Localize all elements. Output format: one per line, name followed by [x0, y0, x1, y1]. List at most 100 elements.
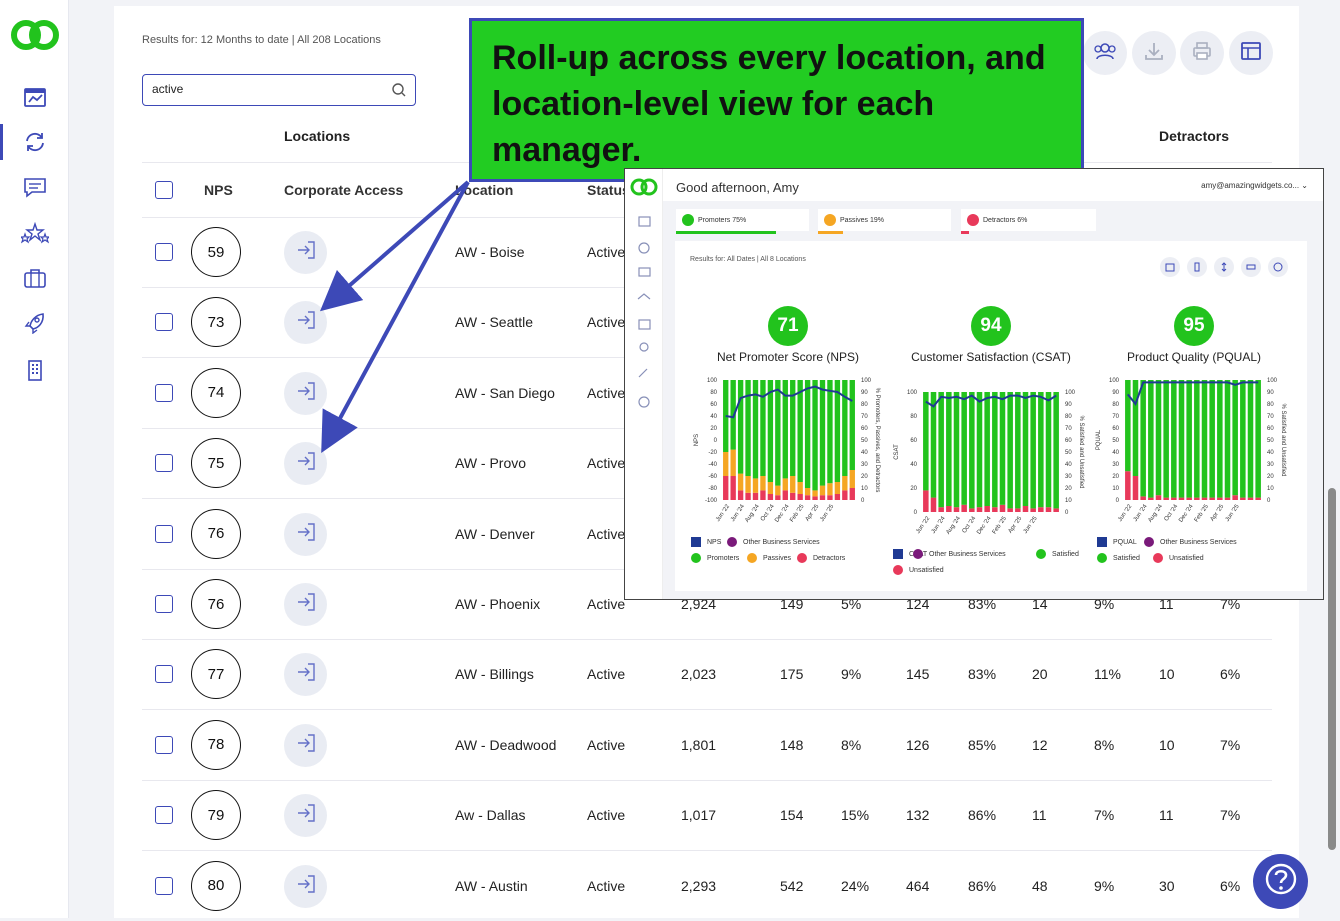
bar-unsatisfied — [1232, 495, 1238, 500]
bar-promoters — [834, 380, 841, 482]
bar-passives — [752, 478, 759, 493]
bar-promoters — [849, 380, 855, 470]
x-tick-label: Jun '22 — [715, 503, 731, 523]
left-tick-label: 100 — [707, 378, 718, 384]
bar-detractors — [842, 490, 848, 500]
right-tick-label: 50 — [861, 438, 868, 444]
right-tick-label: 70 — [861, 414, 868, 420]
bar-passives — [797, 482, 803, 494]
left-tick-label: -20 — [708, 450, 717, 456]
bar-detractors — [760, 490, 766, 500]
bar-satisfied — [1132, 380, 1139, 476]
bar-satisfied — [984, 392, 990, 506]
bar-detractors — [745, 492, 751, 500]
left-tick-label: 90 — [1112, 390, 1119, 396]
left-tick-label: 80 — [710, 390, 717, 396]
bar-satisfied — [1186, 380, 1192, 498]
bar-detractors — [812, 496, 818, 500]
bar-promoters — [775, 380, 781, 486]
bar-unsatisfied — [930, 497, 937, 512]
bar-detractors — [849, 488, 855, 500]
bar-satisfied — [1201, 380, 1208, 498]
left-tick-label: 40 — [910, 462, 917, 468]
right-tick-label: 10 — [1065, 498, 1072, 504]
right-tick-label: 90 — [1065, 402, 1072, 408]
help-button[interactable] — [1253, 854, 1308, 909]
left-tick-label: 0 — [914, 510, 918, 516]
bar-detractors — [775, 495, 781, 500]
bar-unsatisfied — [1125, 471, 1131, 500]
bar-satisfied — [1247, 380, 1254, 498]
right-tick-label: 90 — [861, 390, 868, 396]
x-tick-label: Aug '24 — [1147, 503, 1164, 524]
left-tick-label: -40 — [708, 462, 717, 468]
y-axis-title: CSAT — [894, 444, 900, 460]
bar-passives — [834, 482, 841, 494]
bar-unsatisfied — [1171, 497, 1177, 500]
bar-unsatisfied — [1217, 497, 1223, 500]
bar-unsatisfied — [999, 504, 1006, 512]
bar-satisfied — [938, 392, 944, 508]
y2-axis-title: % Promoters, Passives, and Detractors — [874, 388, 880, 493]
bar-satisfied — [1030, 392, 1036, 509]
bar-unsatisfied — [1240, 497, 1246, 500]
scrollbar[interactable] — [1328, 488, 1336, 850]
left-tick-label: -100 — [705, 498, 718, 504]
question-icon — [1264, 862, 1298, 901]
bar-satisfied — [1232, 380, 1238, 496]
left-tick-label: -60 — [708, 474, 717, 480]
bar-passives — [730, 449, 736, 476]
right-tick-label: 30 — [1065, 474, 1072, 480]
left-tick-label: 30 — [1112, 462, 1119, 468]
y2-axis-title: % Satisfied and Unsatisfied — [1280, 403, 1286, 476]
bar-unsatisfied — [1015, 508, 1021, 512]
bar-detractors — [752, 492, 759, 500]
right-tick-label: 20 — [1267, 474, 1274, 480]
series-line-csat — [925, 394, 1057, 408]
right-tick-label: 40 — [1267, 450, 1274, 456]
right-tick-label: 80 — [1065, 414, 1072, 420]
bar-satisfied — [1217, 380, 1223, 498]
x-tick-label: Aug '24 — [744, 503, 761, 524]
bar-satisfied — [1209, 380, 1215, 498]
bar-passives — [737, 473, 744, 491]
bar-detractors — [834, 494, 841, 500]
bar-unsatisfied — [1247, 497, 1254, 500]
bar-detractors — [827, 495, 833, 500]
bar-passives — [804, 488, 811, 496]
right-tick-label: 80 — [1267, 402, 1274, 408]
x-tick-label: Feb '25 — [1194, 503, 1211, 523]
left-tick-label: 60 — [910, 438, 917, 444]
right-tick-label: 70 — [1065, 426, 1072, 432]
bar-satisfied — [1045, 392, 1052, 508]
bar-unsatisfied — [1255, 497, 1261, 500]
x-tick-label: Feb '25 — [992, 515, 1009, 535]
bar-satisfied — [1148, 380, 1154, 498]
bar-detractors — [804, 495, 811, 500]
x-tick-label: Oct '24 — [1164, 503, 1180, 522]
bar-unsatisfied — [1038, 507, 1044, 512]
left-tick-label: 40 — [710, 414, 717, 420]
x-tick-label: Jun '22 — [915, 515, 931, 535]
bar-satisfied — [969, 392, 975, 509]
bar-unsatisfied — [984, 506, 990, 512]
bar-unsatisfied — [923, 490, 929, 512]
bar-satisfied — [923, 392, 929, 491]
bar-passives — [812, 490, 818, 497]
bar-unsatisfied — [1140, 496, 1146, 500]
bar-unsatisfied — [938, 507, 944, 512]
bar-passives — [723, 452, 729, 476]
left-tick-label: -80 — [708, 486, 717, 492]
bar-satisfied — [1255, 380, 1261, 498]
bar-satisfied — [1038, 392, 1044, 508]
left-tick-label: 80 — [910, 414, 917, 420]
x-tick-label: Jun '25 — [1225, 503, 1241, 523]
bar-detractors — [819, 495, 826, 500]
bar-satisfied — [961, 392, 967, 505]
x-tick-label: Jun '25 — [1023, 515, 1039, 535]
bar-unsatisfied — [1022, 506, 1029, 512]
x-tick-label: Apr '25 — [1008, 515, 1024, 534]
bar-satisfied — [946, 392, 952, 506]
bar-satisfied — [1053, 392, 1059, 509]
bar-satisfied — [992, 392, 998, 508]
